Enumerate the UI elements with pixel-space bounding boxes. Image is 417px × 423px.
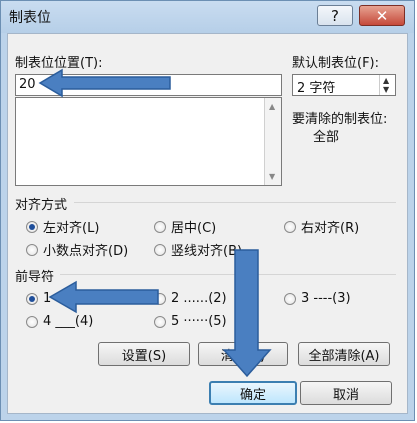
radio-checked-icon — [26, 220, 38, 233]
radio-icon — [154, 220, 166, 233]
ok-button-label: 确定 — [239, 387, 266, 403]
set-button-label: 设置(S) — [121, 348, 167, 364]
leader-5-radio[interactable]: 5 ······(5) — [154, 314, 227, 329]
radio-icon — [26, 315, 38, 328]
tabs-to-clear-label: 要清除的制表位: — [292, 112, 388, 127]
tab-position-label: 制表位位置(T): — [15, 56, 103, 71]
help-button[interactable]: ? — [317, 5, 353, 26]
cancel-button-label: 取消 — [332, 387, 359, 403]
leader-1-radio[interactable]: 1 — [26, 291, 51, 306]
close-button[interactable]: ✕ — [359, 5, 405, 26]
align-decimal-label: 小数点对齐(D) — [43, 244, 129, 259]
clear-button[interactable]: 清除(E) — [198, 342, 288, 366]
spinner-buttons[interactable]: ▲ ▼ — [379, 75, 395, 95]
leader-1-label: 1 — [43, 291, 52, 306]
spin-down-icon[interactable]: ▼ — [383, 85, 389, 94]
align-bar-label: 竖线对齐(B) — [171, 244, 243, 259]
leader-3-label: 3 ----(3) — [301, 291, 351, 306]
tab-position-list[interactable]: ▲ ▼ — [15, 97, 282, 186]
radio-icon — [154, 292, 166, 305]
spin-up-icon[interactable]: ▲ — [383, 76, 389, 85]
leader-2-label: 2 ......(2) — [171, 291, 227, 306]
dialog-title: 制表位 — [9, 10, 51, 26]
align-left-radio[interactable]: 左对齐(L) — [26, 217, 99, 236]
alignment-group-title: 对齐方式 — [15, 198, 68, 213]
clear-button-label: 清除(E) — [220, 348, 266, 364]
align-center-radio[interactable]: 居中(C) — [154, 217, 216, 236]
tab-position-input[interactable]: 20 — [15, 74, 282, 96]
radio-icon — [284, 292, 296, 305]
leader-4-radio[interactable]: 4 ___(4) — [26, 314, 93, 329]
align-left-label: 左对齐(L) — [43, 221, 100, 236]
leader-4-label: 4 ___(4) — [43, 314, 94, 329]
align-right-radio[interactable]: 右对齐(R) — [284, 217, 359, 236]
tab-position-value: 20 — [19, 77, 36, 92]
leader-2-radio[interactable]: 2 ......(2) — [154, 291, 227, 306]
align-decimal-radio[interactable]: 小数点对齐(D) — [26, 240, 128, 259]
leader-separator — [60, 274, 396, 275]
clear-all-button[interactable]: 全部清除(A) — [298, 342, 390, 366]
leader-3-radio[interactable]: 3 ----(3) — [284, 291, 351, 306]
help-icon: ? — [331, 6, 339, 25]
alignment-separator — [74, 202, 396, 203]
default-tab-value: 2 字符 — [297, 81, 336, 96]
align-center-label: 居中(C) — [171, 221, 217, 236]
align-right-label: 右对齐(R) — [301, 221, 360, 236]
cancel-button[interactable]: 取消 — [300, 381, 392, 405]
tabs-to-clear-value: 全部 — [313, 130, 340, 145]
radio-icon — [26, 243, 38, 256]
radio-checked-icon — [26, 292, 38, 305]
default-tab-spinner[interactable]: 2 字符 ▲ ▼ — [292, 74, 396, 96]
leader-group-title: 前导符 — [15, 270, 55, 285]
scroll-up-icon[interactable]: ▲ — [269, 102, 275, 111]
close-icon: ✕ — [375, 6, 389, 25]
leader-5-label: 5 ······(5) — [171, 314, 227, 329]
align-bar-radio[interactable]: 竖线对齐(B) — [154, 240, 242, 259]
set-button[interactable]: 设置(S) — [98, 342, 190, 366]
scroll-down-icon[interactable]: ▼ — [269, 172, 275, 181]
radio-icon — [284, 220, 296, 233]
default-tab-label: 默认制表位(F): — [292, 56, 380, 71]
tabs-dialog: 制表位 ? ✕ 制表位位置(T): 20 ▲ ▼ 默认制表位(F): 2 字符 … — [0, 0, 415, 421]
list-scrollbar[interactable]: ▲ ▼ — [264, 98, 281, 185]
clear-all-button-label: 全部清除(A) — [308, 348, 380, 364]
radio-icon — [154, 243, 166, 256]
dialog-body: 制表位位置(T): 20 ▲ ▼ 默认制表位(F): 2 字符 ▲ ▼ 要清除的… — [7, 33, 408, 414]
title-bar[interactable]: 制表位 ? ✕ — [1, 1, 414, 33]
ok-button[interactable]: 确定 — [209, 381, 297, 405]
radio-icon — [154, 315, 166, 328]
